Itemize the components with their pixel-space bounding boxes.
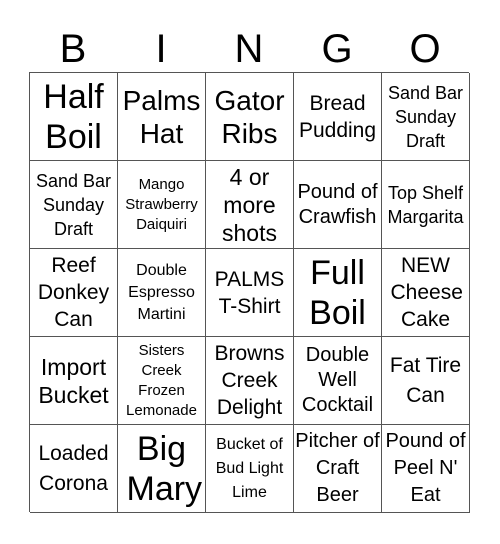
bingo-cell[interactable]: Big Mary [118,425,206,513]
bingo-cell[interactable]: Pitcher of Craft Beer [294,425,382,513]
bingo-cell[interactable]: Top Shelf Margarita [382,161,470,249]
cell-text: Sisters Creek Frozen Lemonade [126,341,197,419]
bingo-cell[interactable]: Mango Strawberry Daiquiri [118,161,206,249]
cell-text: Import Bucket [38,353,109,408]
header-letter-n: N [234,27,264,71]
cell-text: Top Shelf Margarita [387,182,464,227]
header-letter-b: B [59,27,87,71]
bingo-grid: Half Boil Palms Hat Gator Ribs Bread Pud… [29,72,470,513]
cell-text: Pitcher of Craft Beer [295,430,380,506]
header-letter-g: G [321,27,353,71]
bingo-cell[interactable]: Pound of Crawfish [294,161,382,249]
cell-text: Loaded Corona [38,441,109,495]
cell-text: Reef Donkey Can [37,254,110,331]
cell-text: Full Boil [309,253,366,332]
bingo-cell[interactable]: Bucket of Bud Light Lime [206,425,294,513]
cell-text: Browns Creek Delight [214,342,285,419]
bingo-cell[interactable]: Pound of Peel N' Eat [382,425,470,513]
cell-text: Mango Strawberry Daiquiri [125,175,198,233]
bingo-cell[interactable]: Bread Pudding [294,73,382,161]
cell-text: Bucket of Bud Light Lime [215,435,284,501]
bingo-cell[interactable]: Reef Donkey Can [30,249,118,337]
bingo-cell[interactable]: Double Espresso Martini [118,249,206,337]
bingo-cell[interactable]: 4 or more shots [206,161,294,249]
cell-text: Gator Ribs [214,84,285,149]
cell-text: 4 or more shots [222,163,277,246]
bingo-cell[interactable]: PALMS T-Shirt [206,249,294,337]
bingo-cell[interactable]: Full Boil [294,249,382,337]
cell-text: Half Boil [43,77,104,156]
bingo-cell[interactable]: Fat Tire Can [382,337,470,425]
bingo-cell[interactable]: NEW Cheese Cake [382,249,470,337]
cell-text: Bread Pudding [298,91,377,142]
cell-text: Palms Hat [122,84,201,149]
header-letter-i: I [155,27,167,71]
cell-text: Pound of Peel N' Eat [385,430,466,506]
bingo-cell[interactable]: Half Boil [30,73,118,161]
cell-text: Big Mary [126,429,203,508]
bingo-cell[interactable]: Import Bucket [30,337,118,425]
cell-text: PALMS T-Shirt [214,267,285,318]
bingo-cell[interactable]: Browns Creek Delight [206,337,294,425]
bingo-cell[interactable]: Loaded Corona [30,425,118,513]
bingo-header: B I N G O [29,26,469,72]
bingo-cell[interactable]: Palms Hat [118,73,206,161]
cell-text: Fat Tire Can [389,353,462,407]
cell-text: Double Espresso Martini [128,261,195,323]
cell-text: Sand Bar Sunday Draft [35,170,112,239]
cell-text: Sand Bar Sunday Draft [387,82,464,151]
cell-text: Pound of Crawfish [297,180,378,228]
cell-text: NEW Cheese Cake [390,254,463,331]
bingo-cell[interactable]: Sisters Creek Frozen Lemonade [118,337,206,425]
header-letter-o: O [409,27,441,71]
bingo-cell[interactable]: Sand Bar Sunday Draft [382,73,470,161]
bingo-cell[interactable]: Double Well Cocktail [294,337,382,425]
cell-text: Double Well Cocktail [301,344,374,416]
bingo-cell[interactable]: Gator Ribs [206,73,294,161]
bingo-cell[interactable]: Sand Bar Sunday Draft [30,161,118,249]
